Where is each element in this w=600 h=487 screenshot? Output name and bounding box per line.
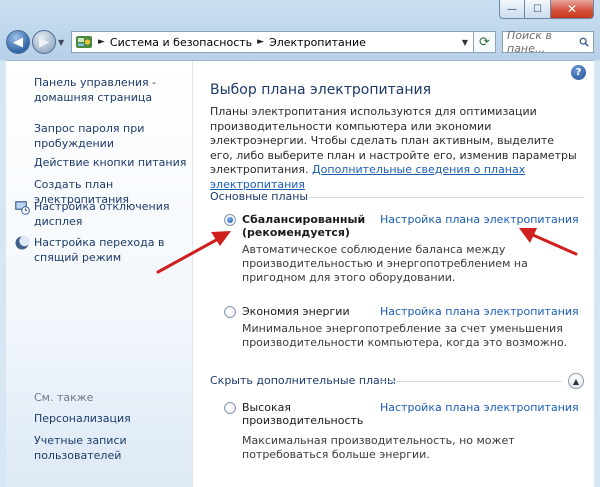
sidebar: Панель управления - домашняя страница За… xyxy=(6,61,193,487)
display-clock-icon xyxy=(15,201,30,215)
control-panel-icon xyxy=(76,36,92,48)
see-also-heading: См. также xyxy=(34,391,94,404)
group-divider xyxy=(379,381,562,382)
plan-power-saver-settings-link[interactable]: Настройка плана электропитания xyxy=(380,305,579,318)
forward-button[interactable]: ▶ xyxy=(32,30,56,54)
plan-high-performance-radio[interactable] xyxy=(224,402,236,414)
plan-high-performance-description: Максимальная производительность, но може… xyxy=(242,434,515,461)
breadcrumb-power-options[interactable]: Электропитание xyxy=(269,36,366,49)
close-button[interactable]: ✕ xyxy=(551,0,594,19)
group-divider xyxy=(309,197,584,198)
plan-balanced-radio[interactable] xyxy=(224,214,236,226)
page-title: Выбор плана электропитания xyxy=(210,82,432,98)
breadcrumb-system-security[interactable]: Система и безопасность xyxy=(110,36,252,49)
content-area: Панель управления - домашняя страница За… xyxy=(6,60,594,487)
plan-high-performance-name[interactable]: Высокая производительность xyxy=(242,401,363,427)
window-frame: — ☐ ✕ ◀ ▶ ▼ ► Система и безопасность ► Э… xyxy=(0,0,600,487)
intro-text: Планы электропитания используются для оп… xyxy=(210,105,578,192)
moon-icon xyxy=(15,235,30,250)
plan-balanced-settings-link[interactable]: Настройка плана электропитания xyxy=(380,213,579,226)
sidebar-link-user-accounts[interactable]: Учетные записи пользователей xyxy=(34,433,189,463)
plan-power-saver-name[interactable]: Экономия энергии xyxy=(242,305,350,318)
main-pane: ? Выбор плана электропитания Планы элект… xyxy=(193,61,594,487)
recent-pages-dropdown[interactable]: ▼ xyxy=(58,38,68,47)
sidebar-link-display-off[interactable]: Настройка отключения дисплея xyxy=(34,199,189,229)
sidebar-link-wake-password[interactable]: Запрос пароля при пробуждении xyxy=(34,121,189,151)
navigation-bar: ◀ ▶ ▼ ► Система и безопасность ► Электро… xyxy=(6,27,594,57)
back-button[interactable]: ◀ xyxy=(6,30,30,54)
search-placeholder: Поиск в пане... xyxy=(507,29,552,55)
breadcrumb-separator: ► xyxy=(98,37,105,47)
maximize-button[interactable]: ☐ xyxy=(525,0,551,19)
breadcrumb-separator: ► xyxy=(257,37,265,47)
plan-power-saver-radio[interactable] xyxy=(224,306,236,318)
plan-balanced-description: Автоматическое соблюдение баланса между … xyxy=(242,243,528,284)
address-bar[interactable]: ► Система и безопасность ► Электропитани… xyxy=(71,31,474,53)
basic-plans-heading: Основные планы xyxy=(210,190,309,203)
refresh-button[interactable]: ⟳ xyxy=(474,31,496,53)
plan-balanced-name[interactable]: Сбалансированный (рекомендуется) xyxy=(242,213,372,239)
sidebar-link-sleep-mode[interactable]: Настройка перехода в спящий режим xyxy=(34,235,189,265)
sidebar-link-power-button[interactable]: Действие кнопки питания xyxy=(34,155,189,170)
plan-high-performance-settings-link[interactable]: Настройка плана электропитания xyxy=(380,401,579,414)
hide-additional-plans-heading[interactable]: Скрыть дополнительные планы xyxy=(210,374,396,387)
help-icon[interactable]: ? xyxy=(571,65,586,80)
minimize-button[interactable]: — xyxy=(499,0,525,19)
plan-power-saver-description: Минимальное энергопотребление за счет ум… xyxy=(242,322,568,349)
search-input[interactable]: Поиск в пане... xyxy=(502,29,594,55)
collapse-chevron-up-icon[interactable]: ▲ xyxy=(568,373,584,389)
address-dropdown-icon[interactable]: ▼ xyxy=(457,38,473,47)
back-arrow-icon: ◀ xyxy=(13,34,23,50)
search-icon xyxy=(579,37,589,47)
refresh-icon: ⟳ xyxy=(479,34,490,50)
sidebar-link-personalization[interactable]: Персонализация xyxy=(34,411,189,426)
forward-arrow-icon: ▶ xyxy=(39,34,49,50)
window-controls: — ☐ ✕ xyxy=(499,0,594,19)
sidebar-link-control-panel-home[interactable]: Панель управления - домашняя страница xyxy=(34,75,189,105)
